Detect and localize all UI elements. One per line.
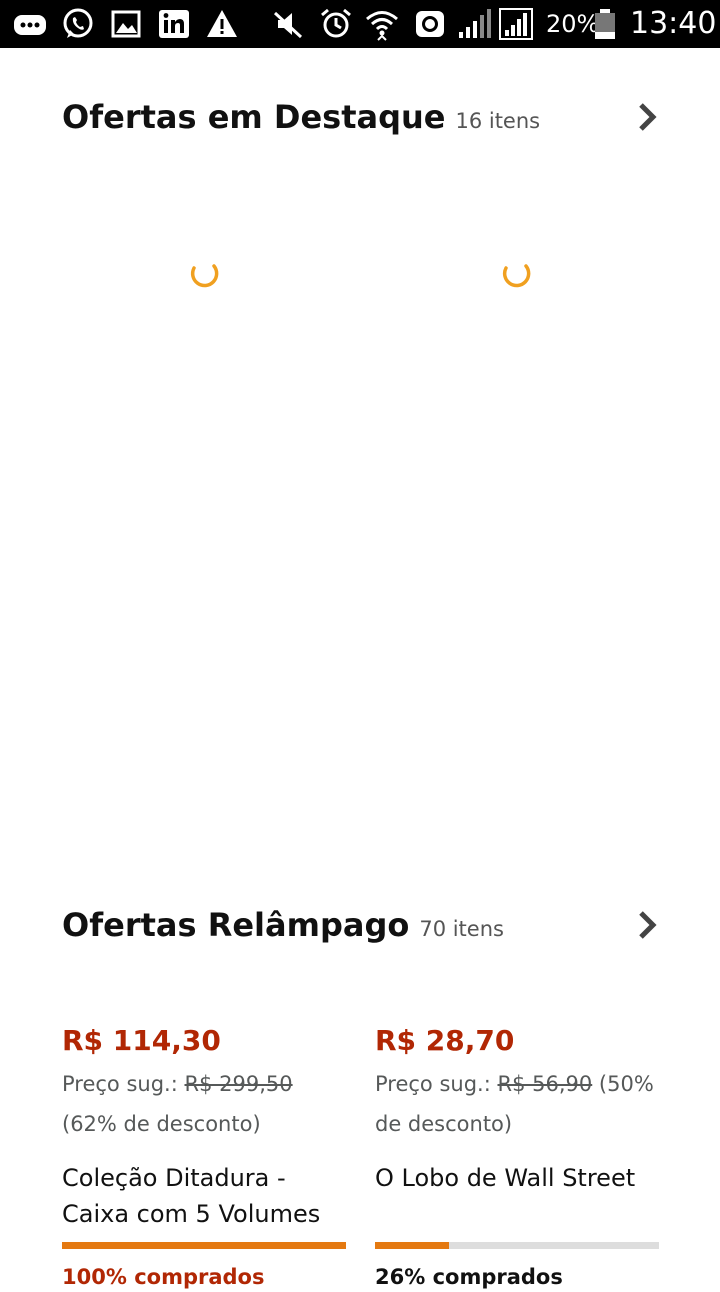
lightning-deals-title: Ofertas Relâmpago 70 itens (62, 900, 504, 954)
clock: 13:40 (630, 6, 717, 41)
claimed-progress-bar (375, 1242, 659, 1249)
list-price-value: R$ 56,90 (497, 1072, 593, 1096)
message-icon (12, 6, 48, 42)
featured-offers-count: 16 itens (455, 109, 541, 133)
deal-list-price: Preço sug.: R$ 299,50 (62% de desconto) (62, 1064, 348, 1144)
lightning-deals-header[interactable]: Ofertas Relâmpago 70 itens (62, 900, 662, 950)
claimed-progress-bar (62, 1242, 346, 1249)
deal-card[interactable]: R$ 114,30 Preço sug.: R$ 299,50 (62% de … (62, 1018, 348, 1289)
linkedin-icon (156, 6, 192, 42)
deal-list-price: Preço sug.: R$ 56,90 (50% de desconto) (375, 1064, 661, 1144)
featured-offers-title: Ofertas em Destaque 16 itens (62, 92, 540, 146)
discount-text: (62% de desconto) (62, 1112, 261, 1136)
deal-title[interactable]: O Lobo de Wall Street (375, 1160, 661, 1232)
deal-price: R$ 28,70 (375, 1024, 515, 1057)
claimed-progress-fill (62, 1242, 346, 1249)
wifi-icon (364, 6, 400, 42)
mute-icon (270, 6, 306, 42)
signal-icon-2 (498, 6, 534, 42)
gallery-icon (108, 6, 144, 42)
warning-icon (204, 6, 240, 42)
loading-spinner-icon (188, 258, 220, 290)
featured-offers-header[interactable]: Ofertas em Destaque 16 itens (62, 92, 662, 142)
deal-price: R$ 114,30 (62, 1024, 221, 1057)
claimed-progress-fill (375, 1242, 449, 1249)
alarm-icon (318, 6, 354, 42)
chevron-right-icon[interactable] (632, 908, 662, 942)
status-bar: 20% 13:40 (0, 0, 720, 48)
whatsapp-icon (60, 6, 96, 42)
deal-card[interactable]: R$ 28,70 Preço sug.: R$ 56,90 (50% de de… (375, 1018, 661, 1289)
list-price-value: R$ 299,50 (184, 1072, 293, 1096)
lightning-deals-count: 70 itens (419, 917, 504, 941)
claimed-text: 100% comprados (62, 1265, 265, 1289)
chevron-right-icon[interactable] (632, 100, 662, 134)
list-price-label: Preço sug.: (62, 1072, 178, 1096)
claimed-text: 26% comprados (375, 1265, 563, 1289)
deal-title[interactable]: Coleção Ditadura - Caixa com 5 Volumes (62, 1160, 348, 1232)
signal-icon (456, 6, 492, 42)
loading-spinner-icon (500, 258, 532, 290)
data-saver-icon (412, 6, 448, 42)
featured-offers-title-text: Ofertas em Destaque (62, 98, 446, 136)
list-price-label: Preço sug.: (375, 1072, 491, 1096)
lightning-deals-title-text: Ofertas Relâmpago (62, 906, 410, 944)
battery-icon (592, 6, 618, 42)
